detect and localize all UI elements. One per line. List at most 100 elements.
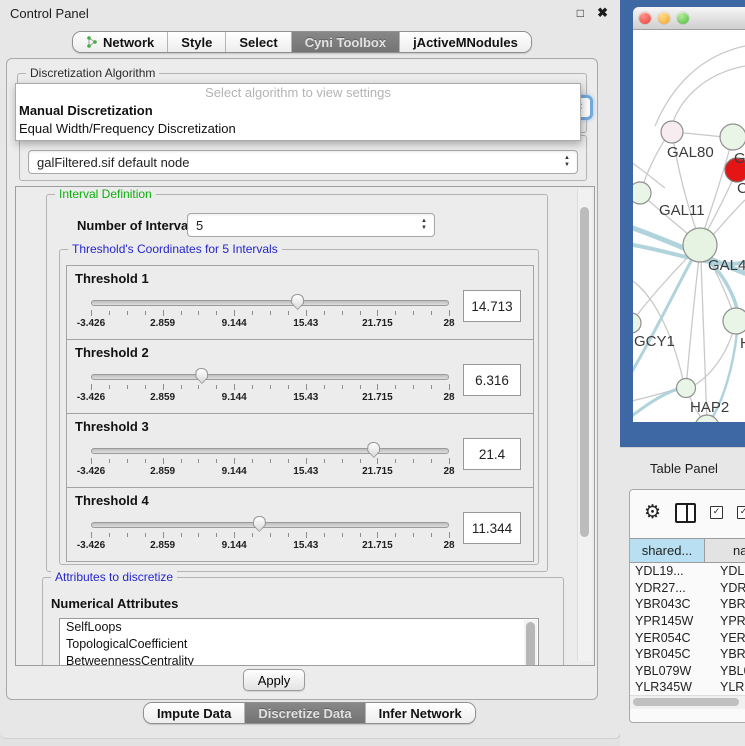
- list-scrollbar-thumb[interactable]: [526, 622, 535, 666]
- node-top-right[interactable]: [720, 124, 745, 150]
- threshold-1-label: Threshold 1: [75, 271, 149, 286]
- table-row[interactable]: YBR045CYBR0: [630, 646, 745, 663]
- node-table: shared... na YDL19...YDL1 YDR27...YDR2 Y…: [630, 538, 745, 696]
- threshold-3-slider[interactable]: -3.4262.8599.14415.4321.71528: [91, 442, 449, 482]
- threshold-4-value[interactable]: 11.344: [463, 512, 521, 544]
- tab-impute-data[interactable]: Impute Data: [144, 703, 244, 723]
- threshold-4-panel: Threshold 4 -3.4262.8599.14415.4321.7152…: [66, 487, 534, 562]
- threshold-2-label: Threshold 2: [75, 345, 149, 360]
- threshold-2-value[interactable]: 6.316: [463, 364, 521, 396]
- slider-tick-labels: -3.4262.8599.14415.4321.71528: [91, 318, 449, 330]
- threshold-2-slider[interactable]: -3.4262.8599.14415.4321.71528: [91, 368, 449, 408]
- node-right-mid[interactable]: [723, 308, 745, 334]
- slider-handle[interactable]: [367, 442, 380, 458]
- table-toolbar: ⚙ ✓ ✓: [630, 490, 745, 535]
- network-graph: GAL80 G. C GAL11 GAL4 GCY1 H HAP2: [633, 30, 745, 422]
- list-scrollbar[interactable]: [524, 620, 537, 666]
- table-header: shared... na: [630, 538, 745, 563]
- slider-ticks: [91, 532, 449, 539]
- table-data-combo-value: galFiltered.sif default node: [37, 155, 189, 170]
- table-row[interactable]: YDR27...YDR2: [630, 580, 745, 597]
- list-item[interactable]: TopologicalCoefficient: [60, 636, 538, 653]
- number-of-intervals-combo[interactable]: 5 ▲▼: [187, 213, 435, 237]
- network-icon: [86, 36, 98, 48]
- popup-item-manual-discretization[interactable]: Manual Discretization: [16, 102, 580, 120]
- tab-infer-network[interactable]: Infer Network: [365, 703, 475, 723]
- attributes-group-label: Attributes to discretize: [51, 570, 177, 584]
- close-icon[interactable]: ✖: [597, 5, 608, 21]
- settings-scrollpane: Interval Definition Number of Intervals …: [15, 186, 595, 666]
- zoom-traffic-light[interactable]: [677, 12, 689, 24]
- node-hap2[interactable]: [677, 379, 696, 398]
- table-data-group: Table Data galFiltered.sif default node …: [19, 135, 587, 181]
- list-item[interactable]: SelfLoops: [60, 619, 538, 636]
- threshold-1-value[interactable]: 14.713: [463, 290, 521, 322]
- checkbox-icon[interactable]: ✓: [737, 506, 745, 519]
- columns-icon[interactable]: [675, 503, 696, 523]
- float-icon[interactable]: □: [577, 5, 584, 21]
- combo-stepper-icon: ▲▼: [421, 218, 427, 232]
- slider-track[interactable]: [91, 522, 449, 528]
- apply-button[interactable]: Apply: [243, 669, 305, 691]
- table-row[interactable]: YBL079WYBL0: [630, 663, 745, 680]
- table-row[interactable]: YLR345WYLR3: [630, 679, 745, 696]
- threshold-3-label: Threshold 3: [75, 419, 149, 434]
- slider-tick-labels: -3.4262.8599.14415.4321.71528: [91, 540, 449, 552]
- table-row[interactable]: YBR043CYBR0: [630, 596, 745, 613]
- number-of-intervals-label: Number of Intervals: [77, 218, 199, 233]
- tab-network[interactable]: Network: [73, 32, 167, 52]
- table-panel: Table Panel ⚙ ✓ ✓ shared... na YDL19...Y…: [620, 447, 745, 746]
- cyni-bottom-tabs: Impute Data Discretize Data Infer Networ…: [143, 702, 476, 724]
- minimize-traffic-light[interactable]: [658, 12, 670, 24]
- numerical-attributes-list[interactable]: SelfLoops TopologicalCoefficient Between…: [59, 618, 539, 666]
- slider-handle[interactable]: [195, 368, 208, 384]
- thresholds-group-label: Threshold's Coordinates for 5 Intervals: [68, 242, 282, 256]
- table-data-combo[interactable]: galFiltered.sif default node ▲▼: [28, 150, 578, 174]
- node-gal11[interactable]: [633, 182, 651, 204]
- threshold-1-slider[interactable]: -3.4262.8599.14415.4321.71528: [91, 294, 449, 334]
- threshold-3-value[interactable]: 21.4: [463, 438, 521, 470]
- table-row[interactable]: YPR145WYPR1: [630, 613, 745, 630]
- slider-tick-labels: -3.4262.8599.14415.4321.71528: [91, 392, 449, 404]
- numerical-attributes-label: Numerical Attributes: [51, 596, 178, 611]
- slider-handle[interactable]: [253, 516, 266, 532]
- node-label-h: H: [740, 335, 745, 352]
- settings-scrollbar[interactable]: [577, 189, 592, 661]
- popup-prompt: Select algorithm to view settings: [16, 84, 580, 102]
- list-item[interactable]: BetweennessCentrality: [60, 653, 538, 666]
- network-canvas[interactable]: GAL80 G. C GAL11 GAL4 GCY1 H HAP2: [633, 30, 745, 422]
- tab-jactivemnodules[interactable]: jActiveMNodules: [399, 32, 531, 52]
- slider-track[interactable]: [91, 300, 449, 306]
- table-horizontal-scrollbar[interactable]: [630, 695, 745, 709]
- control-panel-title: Control Panel: [10, 6, 89, 21]
- tab-style[interactable]: Style: [167, 32, 225, 52]
- node-gal80[interactable]: [661, 121, 683, 143]
- settings-scrollbar-thumb[interactable]: [580, 207, 589, 537]
- node-label-g: G.: [734, 150, 745, 167]
- tab-discretize-data[interactable]: Discretize Data: [244, 703, 364, 723]
- node-gcy1[interactable]: [633, 313, 641, 333]
- threshold-3-panel: Threshold 3 -3.4262.8599.14415.4321.7152…: [66, 413, 534, 488]
- slider-track[interactable]: [91, 448, 449, 454]
- slider-handle[interactable]: [291, 294, 304, 310]
- network-desktop: GAL80 G. C GAL11 GAL4 GCY1 H HAP2: [620, 0, 745, 447]
- node-bottom[interactable]: [695, 415, 719, 422]
- table-row[interactable]: YDL19...YDL1: [630, 563, 745, 580]
- close-traffic-light[interactable]: [639, 12, 651, 24]
- table-row[interactable]: YER054CYER0: [630, 629, 745, 646]
- table-scrollbar-thumb[interactable]: [633, 698, 739, 706]
- slider-track[interactable]: [91, 374, 449, 380]
- popup-item-equal-width[interactable]: Equal Width/Frequency Discretization: [16, 120, 580, 138]
- tab-select[interactable]: Select: [225, 32, 290, 52]
- column-header-shared-name[interactable]: shared...: [630, 539, 705, 562]
- right-column: GAL80 G. C GAL11 GAL4 GCY1 H HAP2 Table …: [620, 0, 745, 745]
- tab-cyni-toolbox[interactable]: Cyni Toolbox: [291, 32, 399, 52]
- node-label-gal80: GAL80: [667, 144, 714, 161]
- column-header-name[interactable]: na: [705, 539, 745, 562]
- attributes-group: Attributes to discretize Numerical Attri…: [42, 577, 564, 666]
- gear-icon[interactable]: ⚙: [644, 503, 661, 522]
- checkbox-icon[interactable]: ✓: [710, 506, 723, 519]
- node-label-gal11: GAL11: [659, 202, 705, 219]
- threshold-4-slider[interactable]: -3.4262.8599.14415.4321.71528: [91, 516, 449, 556]
- number-of-intervals-value: 5: [196, 218, 203, 233]
